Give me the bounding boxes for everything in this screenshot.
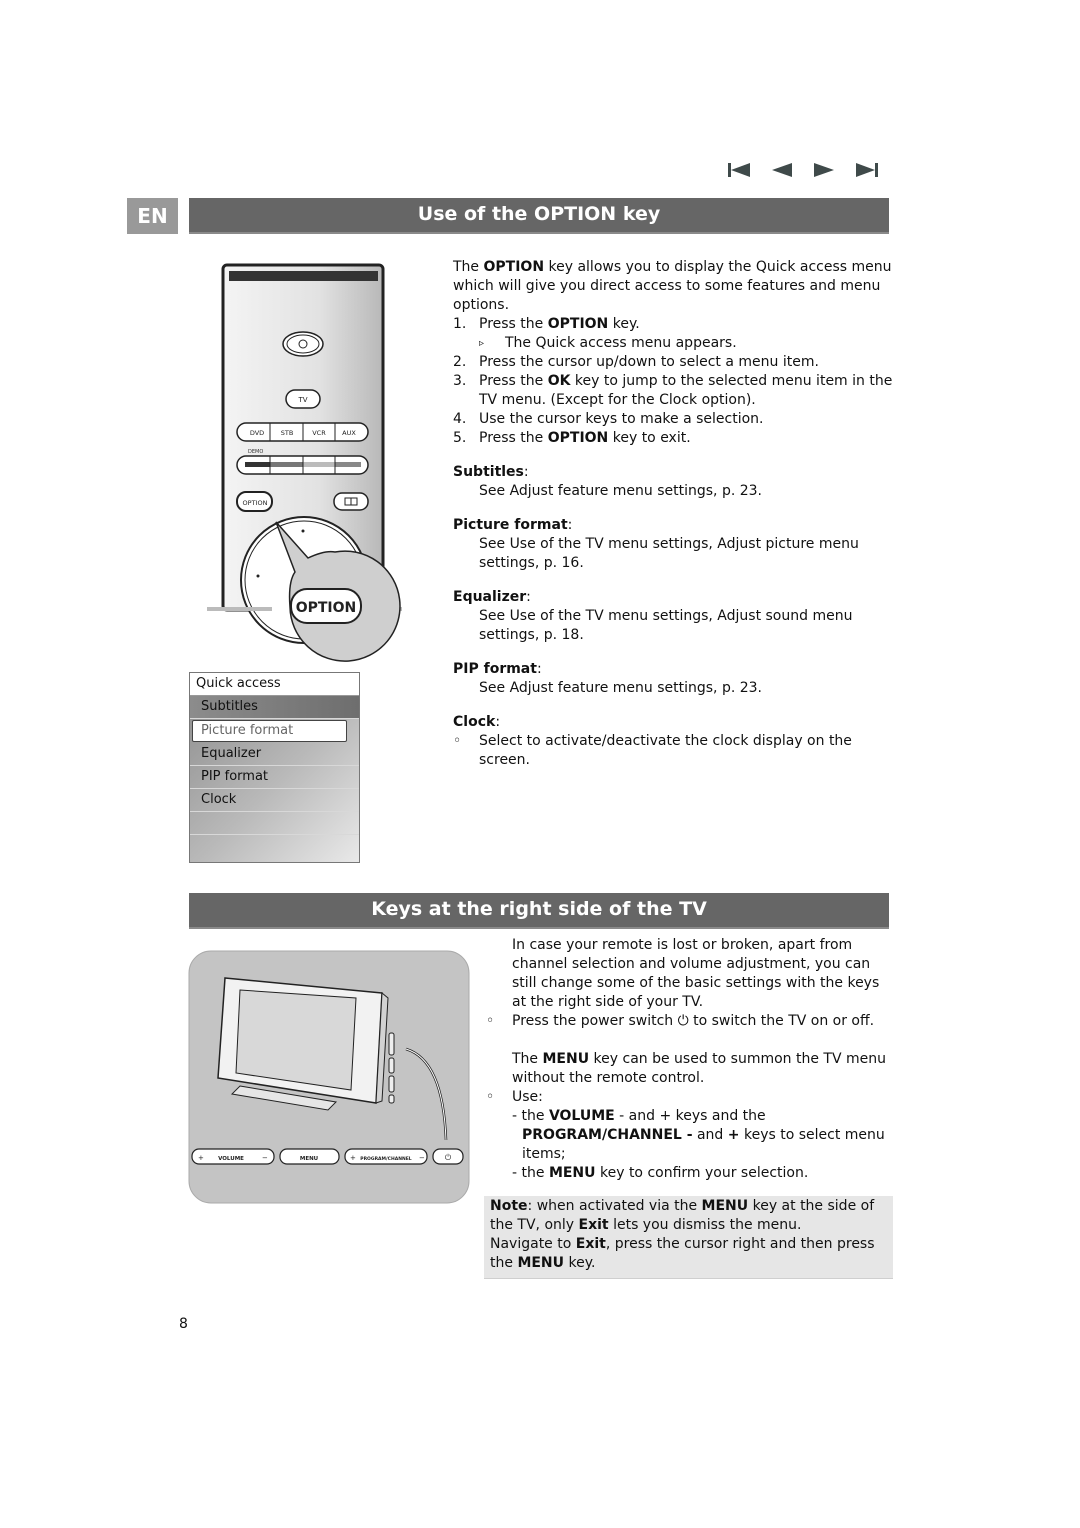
- volume-plus-label: +: [198, 1154, 204, 1162]
- step-4: 4. Use the cursor keys to make a selectio…: [453, 411, 764, 427]
- use-program-line: PROGRAM/CHANNEL - and + keys to select m…: [522, 1127, 885, 1162]
- remote-control-illustration: TV DVD STB VCR AUX DEMO OPTION OPTION: [207, 263, 402, 662]
- remote-tv-button-label: TV: [297, 396, 307, 404]
- term-picture-format: Picture format:: [453, 517, 573, 533]
- remote-dvd-label: DVD: [250, 429, 264, 437]
- remote-option-callout-label: OPTION: [296, 600, 357, 616]
- quick-access-item-subtitles[interactable]: Subtitles: [190, 696, 359, 719]
- term-clock-desc: ◦ Select to activate/deactivate the clock…: [453, 733, 852, 768]
- use-menu-line: - the MENU key to confirm your selection…: [512, 1165, 809, 1181]
- quick-access-title: Quick access: [190, 673, 359, 696]
- term-equalizer-desc: See Use of the TV menu settings, Adjust …: [479, 608, 853, 643]
- program-channel-key-label: PROGRAM/CHANNEL: [360, 1156, 412, 1162]
- side-keys-intro: In case your remote is lost or broken, a…: [512, 937, 880, 1010]
- menu-key-paragraph: The MENU key can be used to summon the T…: [512, 1051, 887, 1086]
- next-page-icon[interactable]: [812, 160, 836, 180]
- option-instructions: The OPTION key allows you to display the…: [453, 258, 893, 770]
- language-tab: EN: [127, 198, 178, 234]
- remote-demo-label: DEMO: [248, 449, 263, 455]
- last-page-icon[interactable]: [854, 160, 878, 180]
- page-navigation: [728, 160, 878, 180]
- option-intro: The OPTION key allows you to display the…: [453, 259, 892, 313]
- tv-side-keys-illustration: + VOLUME − MENU + PROGRAM/CHANNEL − ⏻: [188, 950, 470, 1204]
- term-pip-format: PIP format:: [453, 661, 542, 677]
- remote-power-button: [282, 331, 324, 357]
- note-line-2: Navigate to Exit, press the cursor right…: [490, 1236, 875, 1271]
- quick-access-menu: Quick access Subtitles Picture format Eq…: [189, 672, 360, 863]
- step-1: 1. Press the OPTION key.: [453, 316, 640, 332]
- section-title-option-key: Use of the OPTION key: [189, 198, 889, 234]
- section-title-side-keys: Keys at the right side of the TV: [189, 893, 889, 929]
- side-keys-instructions: In case your remote is lost or broken, a…: [486, 936, 896, 1183]
- term-pip-format-desc: See Adjust feature menu settings, p. 23.: [479, 680, 763, 696]
- quick-access-item-pip-format[interactable]: PIP format: [190, 766, 359, 789]
- remote-vcr-label: VCR: [312, 429, 326, 437]
- note-box: Note: when activated via the MENU key at…: [484, 1196, 893, 1279]
- term-clock: Clock:: [453, 714, 501, 730]
- term-subtitles: Subtitles:: [453, 464, 529, 480]
- bullet-icon: ◦: [453, 733, 462, 749]
- menu-key-label: MENU: [300, 1156, 318, 1162]
- quick-access-item-clock[interactable]: Clock: [190, 789, 359, 812]
- quick-access-item-empty: [190, 812, 359, 835]
- term-subtitles-desc: See Adjust feature menu settings, p. 23.: [479, 483, 763, 499]
- option-steps: 1. Press the OPTION key. ▹ The Quick acces…: [453, 315, 893, 448]
- result-arrow-icon: ▹: [479, 338, 485, 349]
- remote-aux-label: AUX: [342, 429, 356, 437]
- step-2: 2. Press the cursor up/down to select a m…: [453, 354, 819, 370]
- remote-stb-label: STB: [281, 429, 294, 437]
- tv-power-key-icon: ⏻: [445, 1153, 452, 1162]
- step-1-result: ▹ The Quick access menu appears.: [479, 335, 737, 351]
- step-3: 3. Press the OK key to jump to the select…: [453, 373, 893, 408]
- use-volume-line: - the VOLUME - and + keys and the: [512, 1108, 766, 1124]
- remote-option-small-label: OPTION: [243, 499, 268, 507]
- quick-access-item-picture-format[interactable]: Picture format: [192, 720, 347, 742]
- first-page-icon[interactable]: [728, 160, 752, 180]
- previous-page-icon[interactable]: [770, 160, 794, 180]
- volume-minus-label: −: [262, 1154, 268, 1162]
- step-5: 5. Press the OPTION key to exit.: [453, 430, 691, 446]
- program-plus-label: +: [350, 1154, 356, 1162]
- power-switch-item: ◦ Press the power switch ⏻ to switch the …: [486, 1013, 875, 1029]
- term-picture-format-desc: See Use of the TV menu settings, Adjust …: [479, 536, 859, 571]
- page-number: 8: [179, 1316, 188, 1332]
- note-line-1: Note: when activated via the MENU key at…: [490, 1198, 875, 1233]
- quick-access-item-equalizer[interactable]: Equalizer: [190, 743, 359, 766]
- power-icon: ⏻: [677, 1013, 689, 1029]
- program-minus-label: −: [419, 1154, 425, 1162]
- term-equalizer: Equalizer:: [453, 589, 531, 605]
- volume-key-label: VOLUME: [218, 1156, 244, 1162]
- use-item: ◦ Use:: [486, 1089, 543, 1105]
